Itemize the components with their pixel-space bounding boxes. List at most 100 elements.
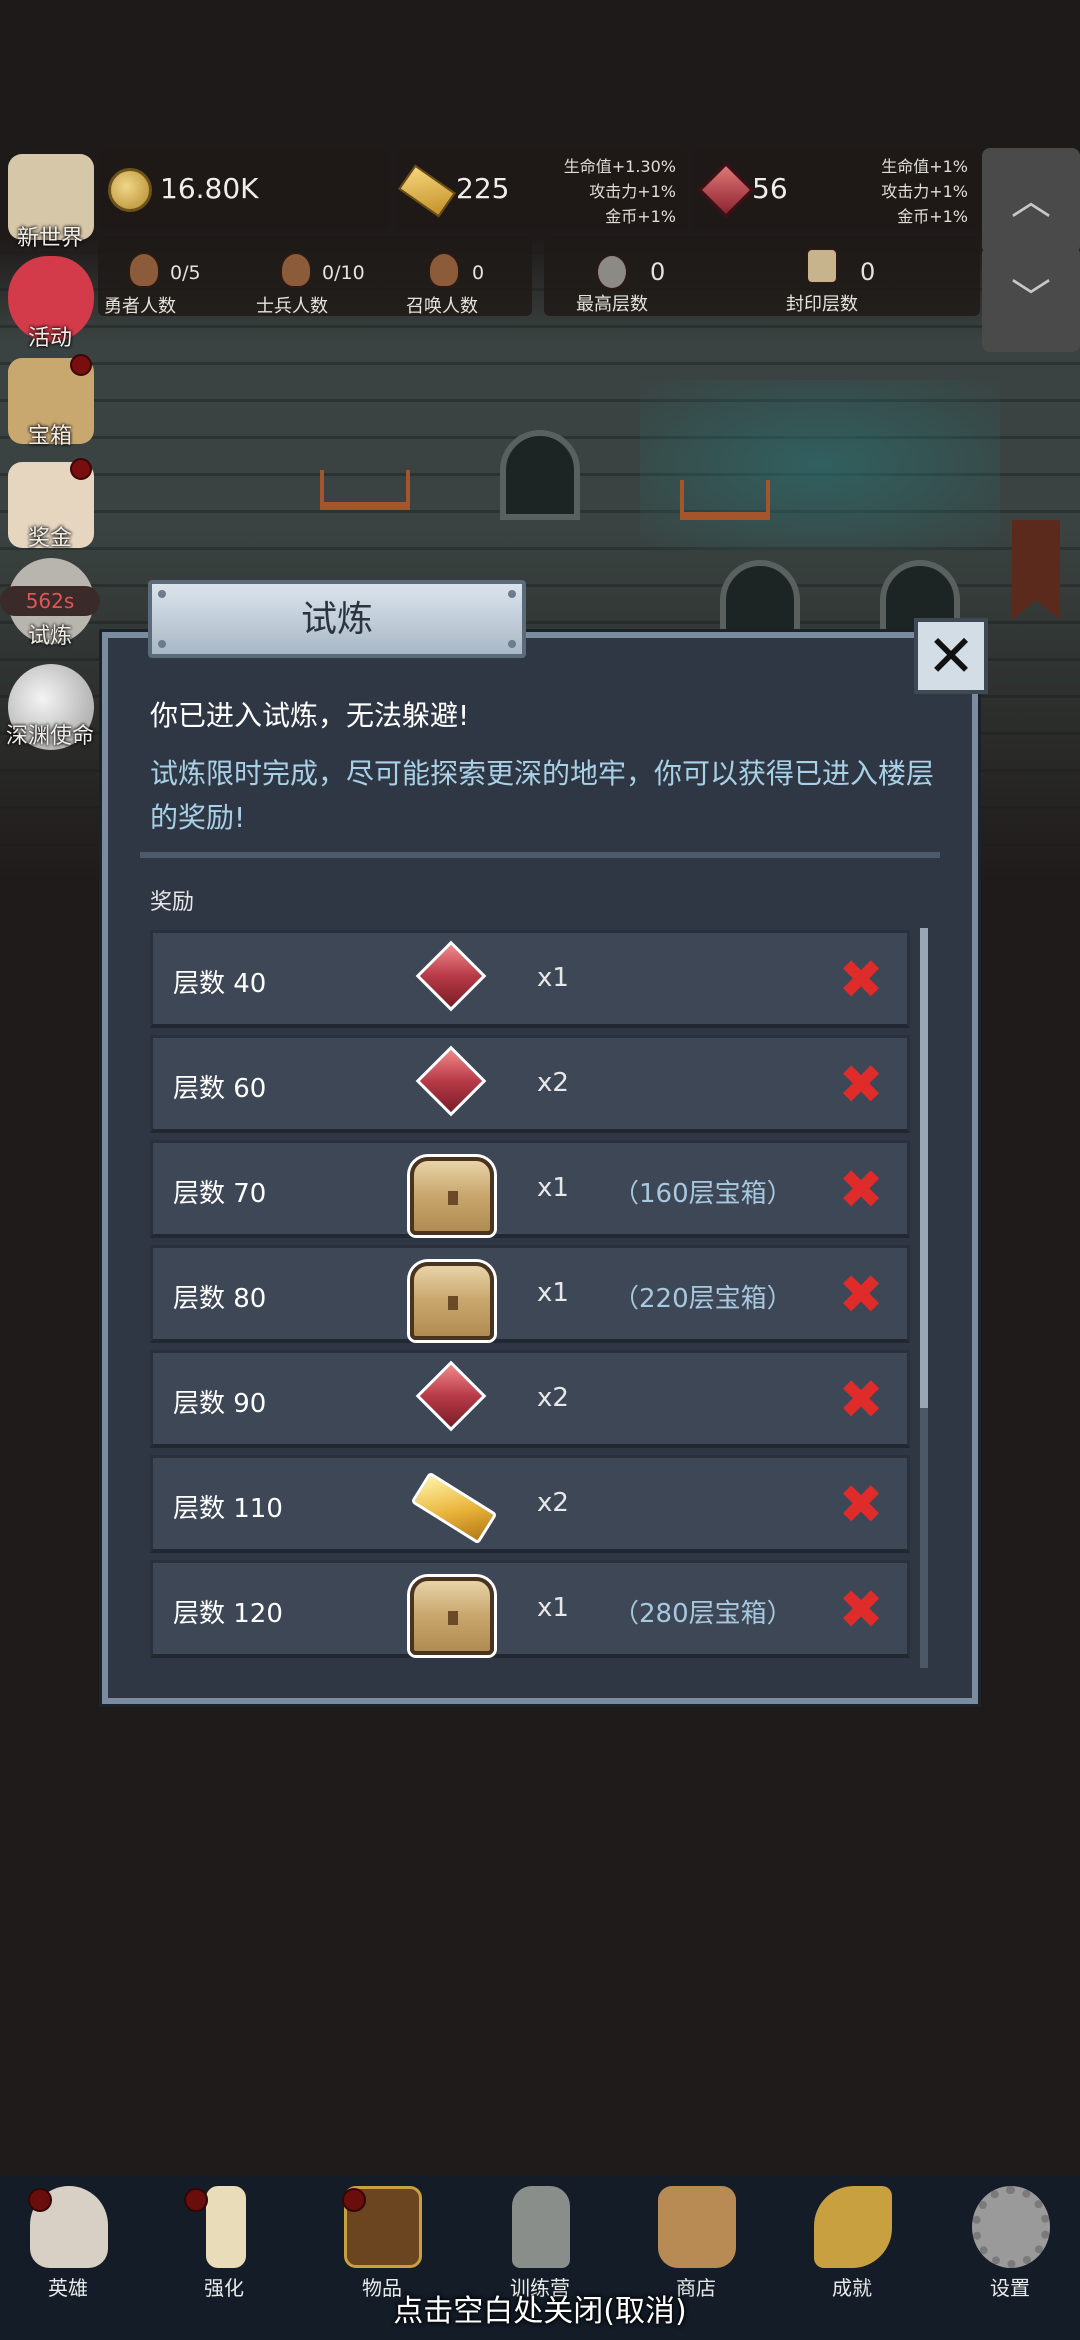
chevron-down-icon: ﹀ bbox=[1011, 276, 1051, 322]
nav-shop[interactable]: 商店 bbox=[636, 2180, 756, 2300]
side-item-new-world[interactable]: 新世界 bbox=[0, 150, 100, 251]
divider bbox=[140, 852, 940, 858]
gold-bar-icon bbox=[408, 1471, 498, 1545]
notification-dot bbox=[70, 458, 92, 480]
teal-glow bbox=[640, 380, 1000, 550]
bonus-atk: 攻击力+1% bbox=[881, 182, 968, 201]
reward-note: （160层宝箱） bbox=[613, 1179, 793, 1209]
reward-row: 层数 70 x1 （160层宝箱） ✖ bbox=[150, 1140, 910, 1238]
soldier-count-label: 士兵人数 bbox=[256, 296, 328, 317]
chest-icon bbox=[408, 1157, 494, 1235]
gem-icon bbox=[408, 1045, 488, 1118]
side-item-bonus[interactable]: 奖金 bbox=[0, 456, 100, 552]
reward-row: 层数 120 x1 （280层宝箱） ✖ bbox=[150, 1560, 910, 1658]
close-icon: ✕ bbox=[926, 622, 976, 690]
wall-banner bbox=[1012, 520, 1060, 620]
reward-row: 层数 90 x2 ✖ bbox=[150, 1350, 910, 1448]
soldier-portrait-icon bbox=[280, 252, 312, 288]
summon-count-label: 召唤人数 bbox=[406, 296, 478, 317]
gold-bonus: 生命值+1.30% 攻击力+1% 金币+1% bbox=[564, 154, 676, 229]
reward-qty: x1 bbox=[537, 1173, 569, 1203]
chest-icon bbox=[408, 1262, 494, 1340]
reward-floor: 层数 90 bbox=[173, 1389, 267, 1419]
reward-qty: x2 bbox=[537, 1488, 569, 1518]
reward-floor: 层数 70 bbox=[173, 1179, 267, 1209]
mug-icon bbox=[658, 2186, 736, 2268]
reward-floor: 层数 120 bbox=[173, 1599, 283, 1629]
nav-settings[interactable]: 设置 bbox=[950, 2180, 1070, 2300]
side-label: 奖金 bbox=[27, 526, 72, 551]
side-item-chest[interactable]: 宝箱 bbox=[0, 354, 100, 450]
side-item-event[interactable]: 活动 bbox=[0, 252, 100, 351]
notification-dot bbox=[70, 354, 92, 376]
nav-enhance[interactable]: 强化 bbox=[164, 2180, 284, 2300]
side-item-abyss-mission[interactable]: 深渊使命 bbox=[0, 660, 100, 756]
gold-value: 225 bbox=[456, 172, 510, 205]
hero-count-label: 勇者人数 bbox=[104, 296, 176, 317]
scroll-up-button[interactable]: ︿ bbox=[982, 148, 1080, 254]
bonus-atk: 攻击力+1% bbox=[589, 182, 676, 201]
gem-icon bbox=[697, 161, 755, 219]
reward-row: 层数 40 x1 ✖ bbox=[150, 930, 910, 1028]
reward-list[interactable]: 层数 40 x1 ✖ 层数 60 x2 ✖ 层数 70 x1 （160层宝箱） … bbox=[150, 930, 912, 1666]
reward-floor: 层数 60 bbox=[173, 1074, 267, 1104]
side-label: 新世界 bbox=[16, 226, 83, 251]
rivet bbox=[508, 590, 516, 598]
sealed-floor-label: 封印层数 bbox=[786, 294, 858, 315]
tap-to-close-hint[interactable]: 点击空白处关闭(取消) bbox=[0, 2286, 1080, 2330]
scroll-icon bbox=[806, 248, 838, 284]
side-item-trial[interactable]: 562s 试炼 bbox=[0, 556, 100, 652]
trial-timer-badge: 562s bbox=[0, 586, 100, 616]
gem-value: 56 bbox=[752, 172, 788, 205]
key-icon bbox=[814, 2186, 892, 2268]
reward-row: 层数 60 x2 ✖ bbox=[150, 1035, 910, 1133]
not-earned-x-icon: ✖ bbox=[838, 1053, 884, 1116]
coin-panel: 16.80K bbox=[98, 150, 390, 230]
nav-items[interactable]: 物品 bbox=[322, 2180, 442, 2300]
reward-qty: x1 bbox=[537, 1593, 569, 1623]
reward-row: 层数 110 x2 ✖ bbox=[150, 1455, 910, 1553]
not-earned-x-icon: ✖ bbox=[838, 1263, 884, 1326]
dungeon-window bbox=[500, 430, 580, 520]
reward-qty: x1 bbox=[537, 963, 569, 993]
lantern-icon bbox=[512, 2186, 570, 2268]
sealed-floor-value: 0 bbox=[860, 258, 876, 286]
rivet bbox=[508, 640, 516, 648]
soldier-count: 0/10 bbox=[322, 262, 365, 284]
gold-bar-icon bbox=[397, 164, 457, 218]
notification-dot bbox=[342, 2188, 366, 2212]
dialog-title-plate: 试炼 bbox=[148, 580, 526, 658]
reward-qty: x2 bbox=[537, 1068, 569, 1098]
highest-floor-label: 最高层数 bbox=[576, 294, 648, 315]
scrollbar-thumb[interactable] bbox=[920, 928, 928, 1408]
highest-floor-value: 0 bbox=[650, 258, 666, 286]
summon-count: 0 bbox=[472, 262, 485, 284]
scroll-down-button[interactable]: ﹀ bbox=[982, 246, 1080, 352]
nav-achievements[interactable]: 成就 bbox=[792, 2180, 912, 2300]
side-label: 深渊使命 bbox=[5, 724, 94, 749]
rivet bbox=[158, 590, 166, 598]
bonus-coin: 金币+1% bbox=[605, 207, 676, 226]
coin-icon bbox=[108, 168, 152, 212]
hero-portrait-icon bbox=[128, 252, 160, 288]
nav-heroes[interactable]: 英雄 bbox=[8, 2180, 128, 2300]
reward-row: 层数 80 x1 （220层宝箱） ✖ bbox=[150, 1245, 910, 1343]
reward-qty: x2 bbox=[537, 1383, 569, 1413]
reward-note: （220层宝箱） bbox=[613, 1284, 793, 1314]
close-button[interactable]: ✕ bbox=[914, 618, 988, 694]
gold-panel: 225 生命值+1.30% 攻击力+1% 金币+1% bbox=[396, 150, 688, 230]
bonus-hp: 生命值+1% bbox=[881, 157, 968, 176]
gem-icon bbox=[408, 1360, 488, 1433]
bonus-hp: 生命值+1.30% bbox=[563, 157, 676, 176]
reward-floor: 层数 110 bbox=[173, 1494, 283, 1524]
not-earned-x-icon: ✖ bbox=[838, 1368, 884, 1431]
side-label: 活动 bbox=[27, 326, 72, 351]
reward-floor: 层数 80 bbox=[173, 1284, 267, 1314]
not-earned-x-icon: ✖ bbox=[838, 1473, 884, 1536]
nav-training-camp[interactable]: 训练营 bbox=[480, 2180, 600, 2300]
reward-note: （280层宝箱） bbox=[613, 1599, 793, 1629]
not-earned-x-icon: ✖ bbox=[838, 948, 884, 1011]
gem-bonus: 生命值+1% 攻击力+1% 金币+1% bbox=[881, 154, 968, 229]
summon-portrait-icon bbox=[428, 252, 460, 288]
side-label: 试炼 bbox=[27, 624, 72, 649]
